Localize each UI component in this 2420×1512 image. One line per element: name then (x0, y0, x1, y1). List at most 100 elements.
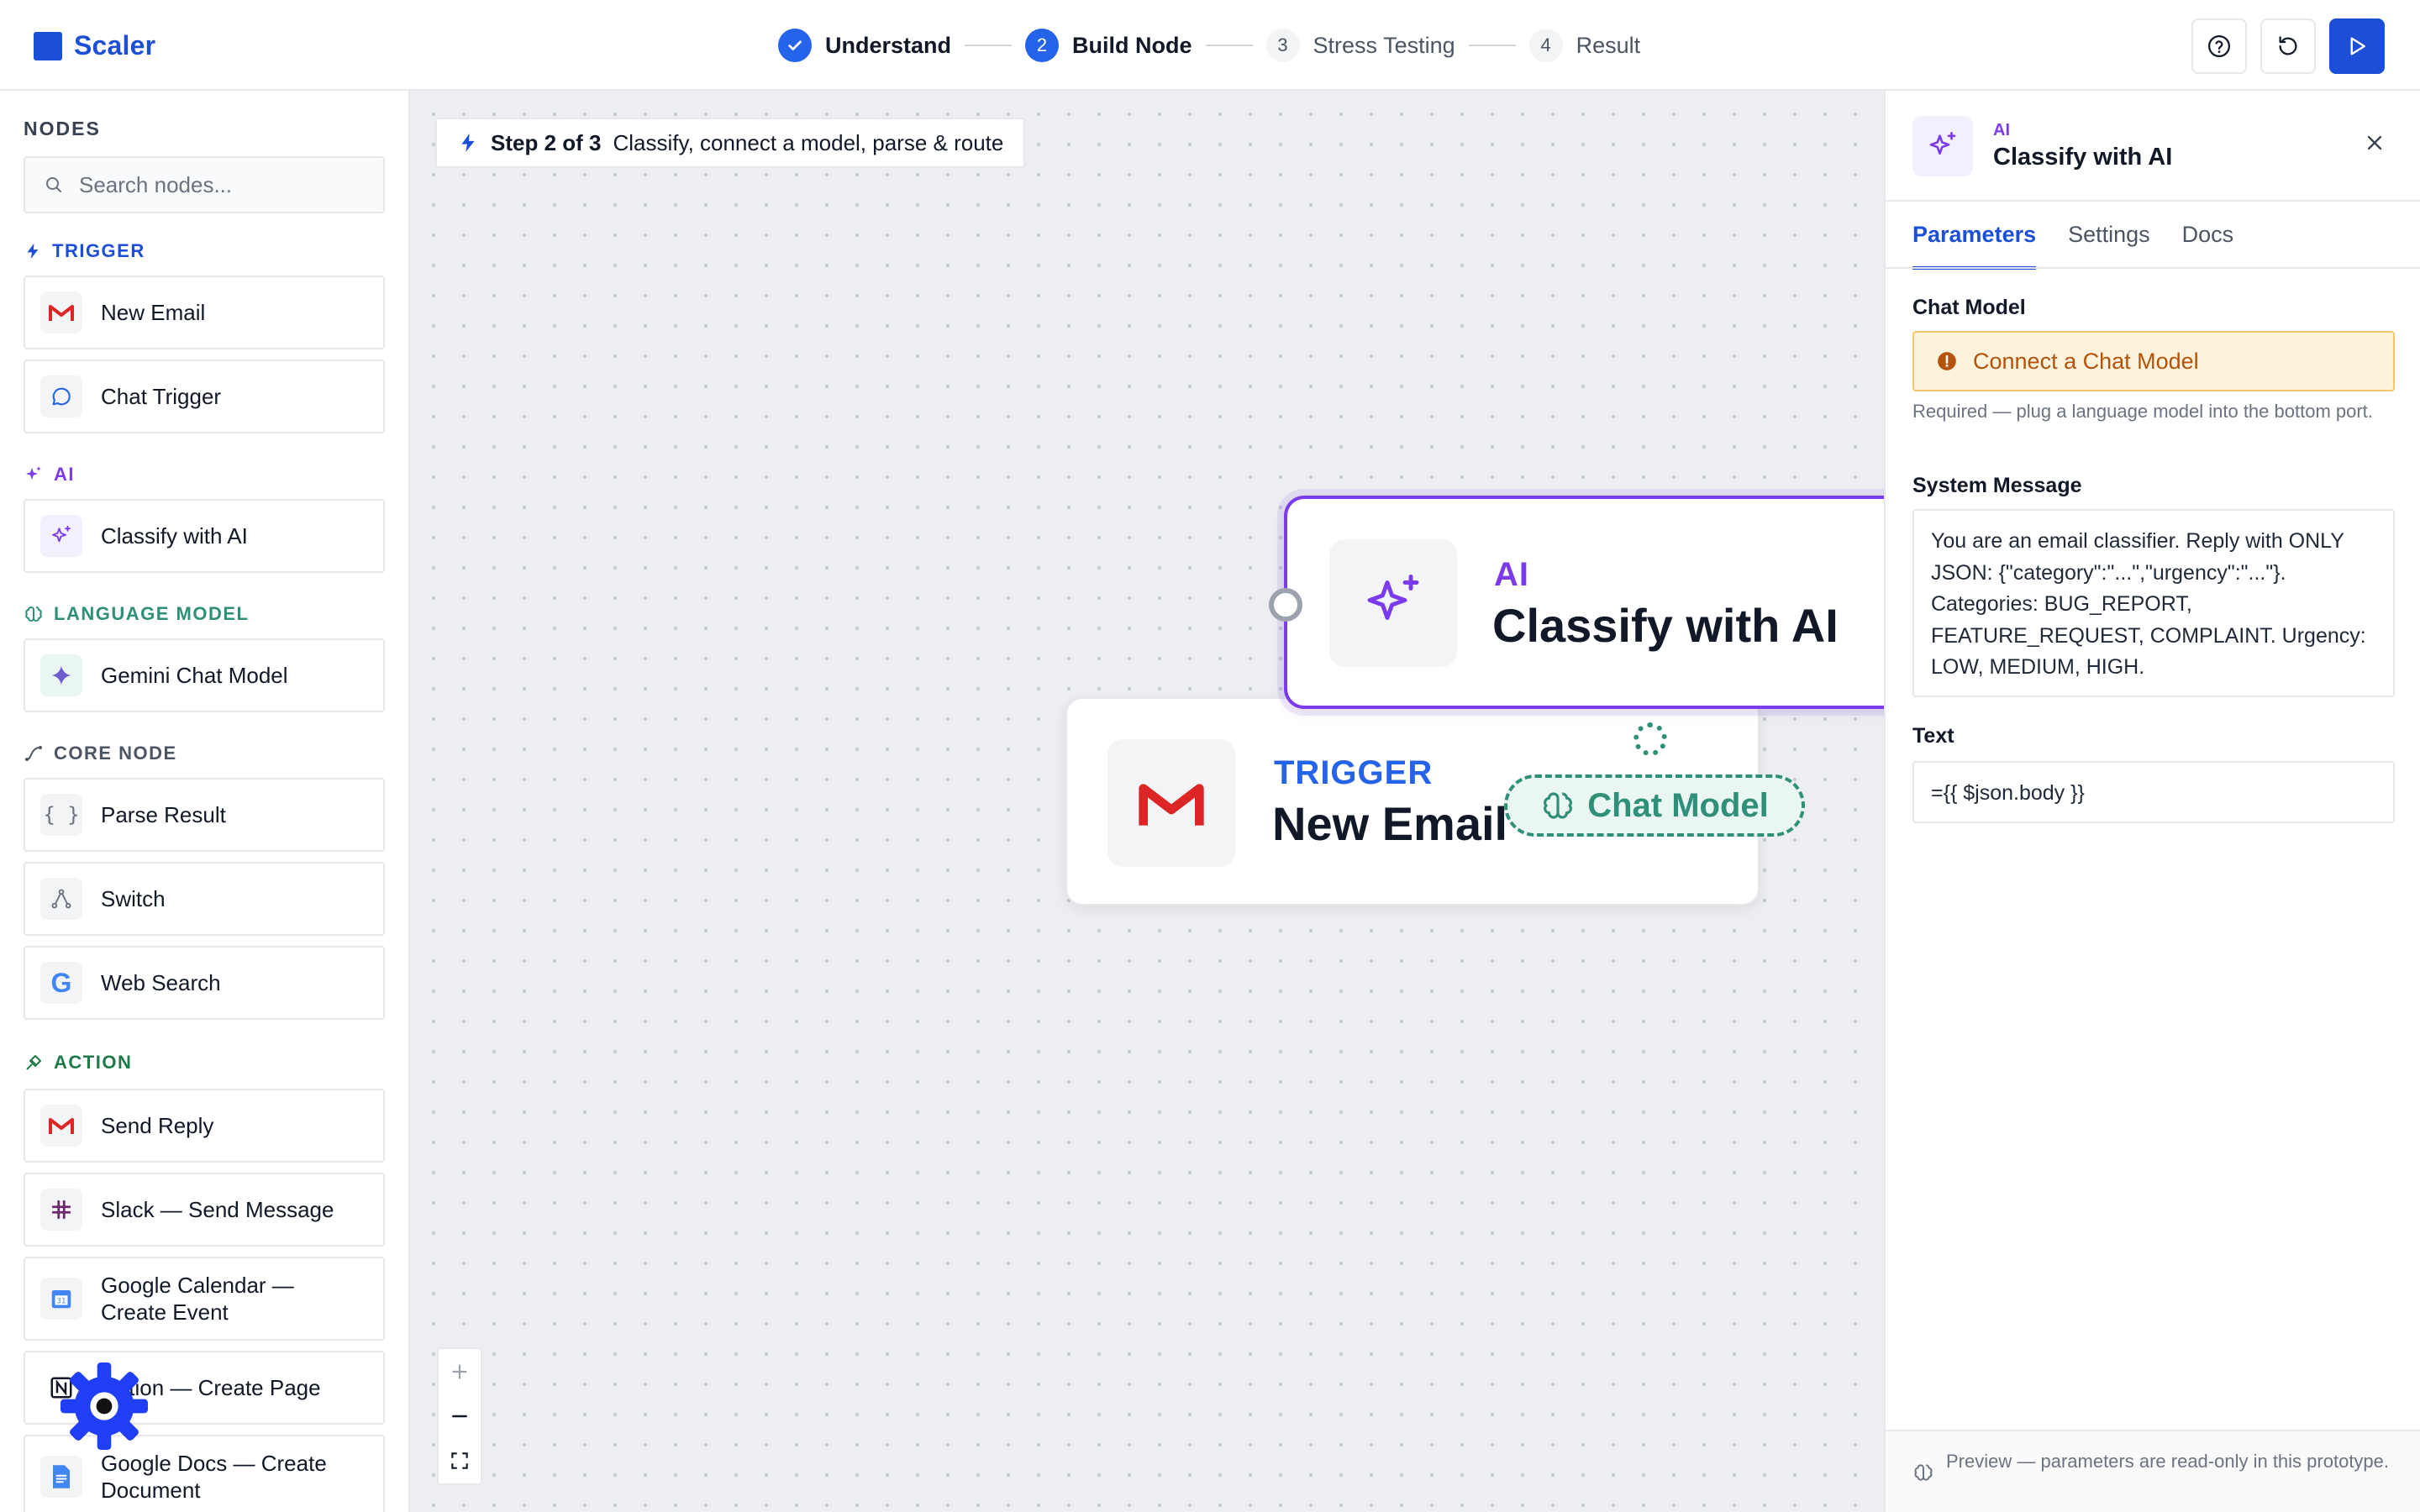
tab-settings[interactable]: Settings (2068, 222, 2150, 270)
sparkle-icon (26, 466, 41, 480)
sidebar-item-classify-ai[interactable]: Classify with AI (24, 499, 385, 573)
sidebar-item-label: Switch (101, 886, 166, 911)
divider (1886, 200, 2420, 202)
brain-icon (1914, 1464, 1933, 1481)
connect-chat-model-warning[interactable]: Connect a Chat Model (1912, 331, 2395, 391)
sidebar-item-google-calendar[interactable]: 31 Google Calendar — Create Event (24, 1257, 385, 1341)
step-connector (1468, 45, 1516, 46)
sidebar-item-chat-trigger[interactable]: Chat Trigger (24, 360, 385, 433)
panel-tabs: Parameters Settings Docs (1912, 222, 2233, 270)
search-icon (46, 177, 61, 192)
sidebar-item-label: Slack — Send Message (101, 1197, 334, 1222)
undo-icon (2279, 36, 2297, 55)
step-number: 2 (1025, 29, 1060, 62)
sidebar-item-label: Web Search (101, 970, 221, 995)
sidebar-item-label: Send Reply (101, 1113, 214, 1138)
gmail-icon (40, 291, 82, 333)
step-number: 3 (1265, 29, 1300, 62)
sidebar-item-gemini[interactable]: Gemini Chat Model (24, 638, 385, 712)
sidebar-item-label: Chat Trigger (101, 384, 222, 409)
action-icon (26, 1055, 41, 1070)
google-icon: G (40, 962, 82, 1004)
gmail-icon (40, 1105, 82, 1147)
sidebar-item-web-search[interactable]: G Web Search (24, 946, 385, 1020)
system-message-label: System Message (1912, 474, 2082, 497)
sidebar-item-label: New Email (101, 300, 206, 325)
calendar-icon: 31 (40, 1278, 82, 1320)
sidebar-title: NODES (24, 118, 101, 139)
chat-bubble-icon (40, 375, 82, 417)
step-result[interactable]: 4 Result (1528, 29, 1640, 62)
braces-icon: { } (40, 794, 82, 836)
reset-button[interactable] (2260, 18, 2316, 74)
zoom-in-icon[interactable] (449, 1361, 471, 1383)
workflow-canvas[interactable]: Step 2 of 3 Classify, connect a model, p… (410, 91, 1884, 1512)
chat-model-port[interactable]: Chat Model (1504, 774, 1805, 837)
system-message-field[interactable]: You are an email classifier. Reply with … (1912, 509, 2395, 697)
panel-title: Classify with AI (1993, 144, 2173, 171)
slack-icon (40, 1189, 82, 1231)
sparkle-icon (1329, 539, 1457, 667)
step-banner: Step 2 of 3 Classify, connect a model, p… (435, 118, 1026, 168)
tab-parameters[interactable]: Parameters (1912, 222, 2037, 270)
brand-mark-icon (34, 31, 62, 60)
input-port[interactable] (1269, 588, 1302, 622)
gmail-icon (1107, 739, 1235, 867)
sidebar-item-parse-result[interactable]: { } Parse Result (24, 778, 385, 852)
step-connector (965, 45, 1013, 46)
top-bar: Scaler Understand 2 Build Node 3 Stress … (0, 0, 2420, 91)
sparkle-icon (1912, 116, 1973, 176)
zoom-out-icon[interactable] (449, 1405, 471, 1427)
sidebar-item-label: Google Docs — Create Document (101, 1451, 327, 1503)
panel-kicker: AI (1993, 121, 2010, 139)
category-ai: AI (24, 464, 75, 486)
step-connector (1205, 45, 1253, 46)
check-icon (778, 29, 812, 62)
step-banner-text: Classify, connect a model, parse & route (613, 129, 1004, 155)
search-box[interactable] (24, 156, 385, 213)
bolt-icon (461, 134, 475, 152)
help-button[interactable] (2191, 18, 2247, 74)
category-action: ACTION (24, 1052, 132, 1074)
gemini-icon (40, 654, 82, 696)
help-icon (2208, 35, 2230, 57)
fit-view-icon[interactable] (449, 1450, 471, 1472)
panel-header: AI Classify with AI (1912, 116, 2172, 176)
search-input[interactable] (79, 171, 365, 198)
step-understand[interactable]: Understand (778, 29, 951, 62)
chat-model-label: Chat Model (1912, 296, 2026, 319)
top-actions (2191, 18, 2385, 74)
settings-gear-icon[interactable] (60, 1362, 148, 1450)
category-core-node: CORE NODE (24, 743, 177, 764)
text-field[interactable]: ={{ $json.body }} (1912, 761, 2395, 823)
category-trigger: TRIGGER (24, 240, 145, 262)
docs-icon (40, 1456, 82, 1498)
sidebar-item-switch[interactable]: Switch (24, 862, 385, 936)
close-button[interactable] (2363, 131, 2386, 157)
run-button[interactable] (2329, 18, 2385, 74)
panel-footer: Preview — parameters are read-only in th… (1886, 1430, 2420, 1512)
node-title: Classify with AI (1492, 599, 1839, 652)
step-label: Understand (825, 32, 952, 58)
step-number: 4 (1528, 29, 1563, 62)
sidebar-item-slack[interactable]: Slack — Send Message (24, 1173, 385, 1247)
step-label: Stress Testing (1313, 32, 1455, 58)
sidebar-item-new-email[interactable]: New Email (24, 276, 385, 349)
chat-model-help: Required — plug a language model into th… (1912, 401, 2373, 422)
close-icon (2367, 135, 2382, 150)
bolt-icon (27, 243, 39, 260)
warning-text: Connect a Chat Model (1973, 348, 2199, 374)
sidebar-item-send-reply[interactable]: Send Reply (24, 1089, 385, 1163)
sidebar-item-label: Classify with AI (101, 523, 248, 549)
footer-text: Preview — parameters are read-only in th… (1946, 1451, 2390, 1472)
play-icon (2350, 37, 2365, 55)
brand-logo[interactable]: Scaler (34, 30, 155, 61)
step-build-node[interactable]: 2 Build Node (1025, 29, 1192, 62)
step-stress-testing[interactable]: 3 Stress Testing (1265, 29, 1455, 62)
tab-docs[interactable]: Docs (2182, 222, 2234, 270)
branch-icon (40, 878, 82, 920)
node-title: New Email (1272, 797, 1508, 850)
step-banner-step: Step 2 of 3 (491, 129, 602, 155)
ai-node-card[interactable]: AI Classify with AI (1269, 496, 1884, 709)
chat-model-label: Chat Model (1587, 786, 1769, 824)
